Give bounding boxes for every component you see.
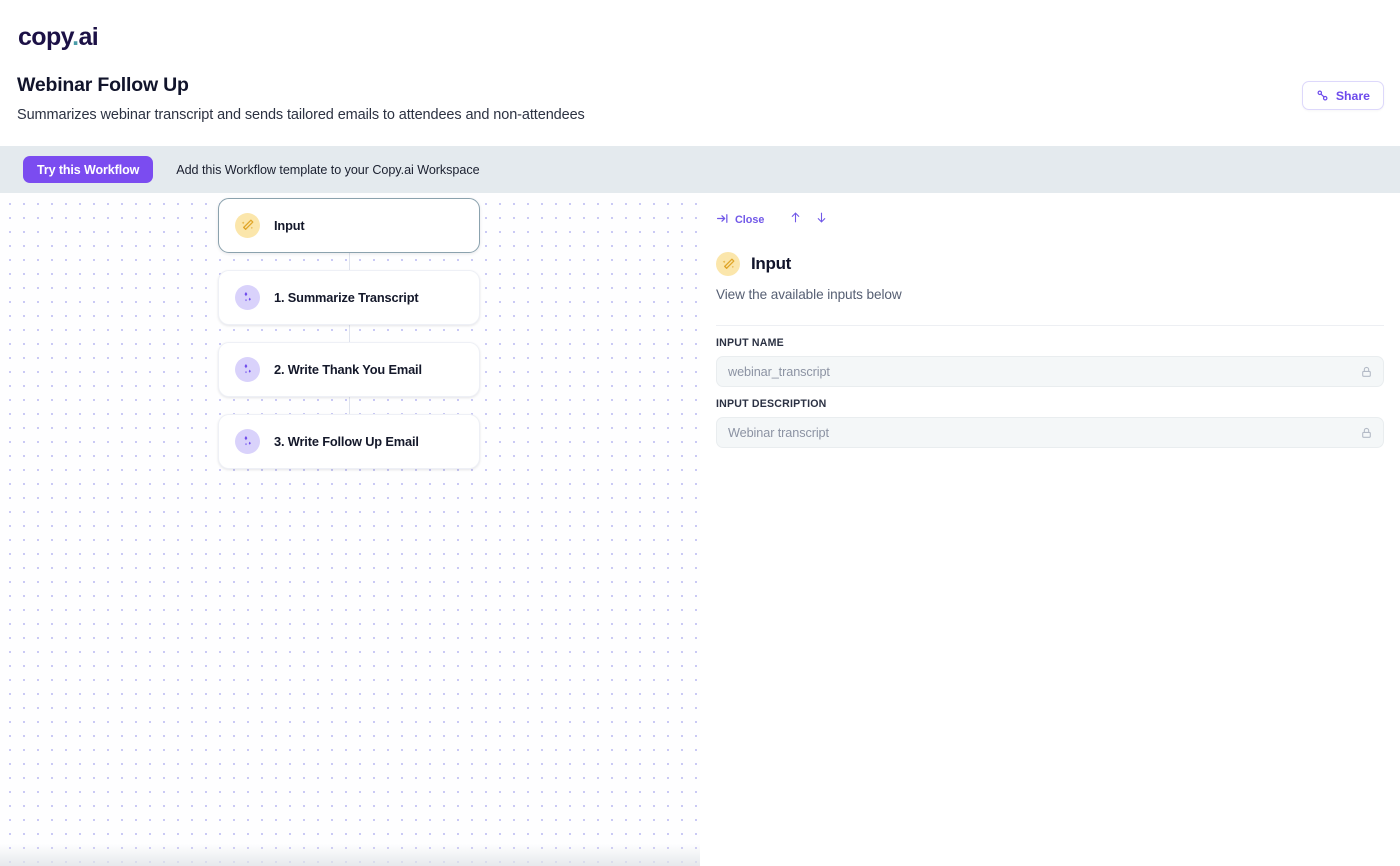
workspace: Input 1. Summarize Transcript 2. Write T… (0, 193, 1400, 866)
workflow-node-2[interactable]: 2. Write Thank You Email (218, 342, 480, 397)
share-button-label: Share (1335, 88, 1370, 103)
try-this-workflow-button[interactable]: Try this Workflow (23, 156, 154, 183)
template-banner: Try this Workflow Add this Workflow temp… (0, 146, 1400, 193)
next-node-button[interactable] (808, 210, 834, 230)
sparkles-icon (235, 357, 260, 382)
copyai-logo[interactable]: copy.ai (18, 25, 1384, 50)
workflow-node-label: 3. Write Follow Up Email (274, 434, 419, 449)
lock-icon (1360, 426, 1373, 439)
workflow-node-input[interactable]: Input (218, 198, 480, 253)
sparkles-icon (235, 429, 260, 454)
magic-wand-icon (716, 252, 740, 276)
input-description-value: Webinar transcript (728, 425, 829, 440)
lock-icon (1360, 365, 1373, 378)
collapse-right-icon (716, 212, 729, 228)
logo-word: copy (18, 23, 73, 51)
close-panel-label: Close (735, 214, 765, 226)
input-name-value: webinar_transcript (728, 364, 830, 379)
previous-node-button[interactable] (782, 210, 808, 230)
details-panel: Close Input View the available inputs be… (700, 193, 1400, 866)
link-icon (1316, 89, 1329, 102)
page-subtitle: Summarizes webinar transcript and sends … (17, 107, 585, 123)
workflow-node-label: 2. Write Thank You Email (274, 362, 422, 377)
panel-divider (716, 325, 1384, 326)
workflow-node-1[interactable]: 1. Summarize Transcript (218, 270, 480, 325)
arrow-up-icon (789, 210, 802, 230)
close-panel-button[interactable]: Close (716, 212, 782, 228)
arrow-down-icon (815, 210, 828, 230)
input-description-label: INPUT DESCRIPTION (716, 398, 827, 410)
workflow-node-label: 1. Summarize Transcript (274, 290, 419, 305)
magic-wand-icon (235, 213, 260, 238)
input-name-field[interactable]: webinar_transcript (716, 356, 1384, 387)
workflow-node-label: Input (274, 218, 305, 233)
sparkles-icon (235, 285, 260, 310)
input-description-field[interactable]: Webinar transcript (716, 417, 1384, 448)
panel-toolbar: Close (716, 210, 1384, 230)
logo-suffix: ai (78, 23, 99, 51)
node-connector (348, 397, 350, 414)
node-connector (348, 253, 350, 270)
node-connector (348, 325, 350, 342)
workflow-canvas[interactable]: Input 1. Summarize Transcript 2. Write T… (0, 193, 700, 866)
workflow-node-list: Input 1. Summarize Transcript 2. Write T… (218, 198, 480, 469)
panel-description: View the available inputs below (716, 287, 902, 302)
panel-title: Input (751, 254, 792, 273)
input-name-label: INPUT NAME (716, 337, 784, 349)
panel-header: Input (716, 252, 1384, 276)
app-header: copy.ai Webinar Follow Up Summarizes web… (0, 0, 1400, 146)
page-title: Webinar Follow Up (17, 74, 189, 96)
workflow-node-3[interactable]: 3. Write Follow Up Email (218, 414, 480, 469)
share-button[interactable]: Share (1301, 81, 1384, 110)
banner-text: Add this Workflow template to your Copy.… (176, 162, 480, 177)
